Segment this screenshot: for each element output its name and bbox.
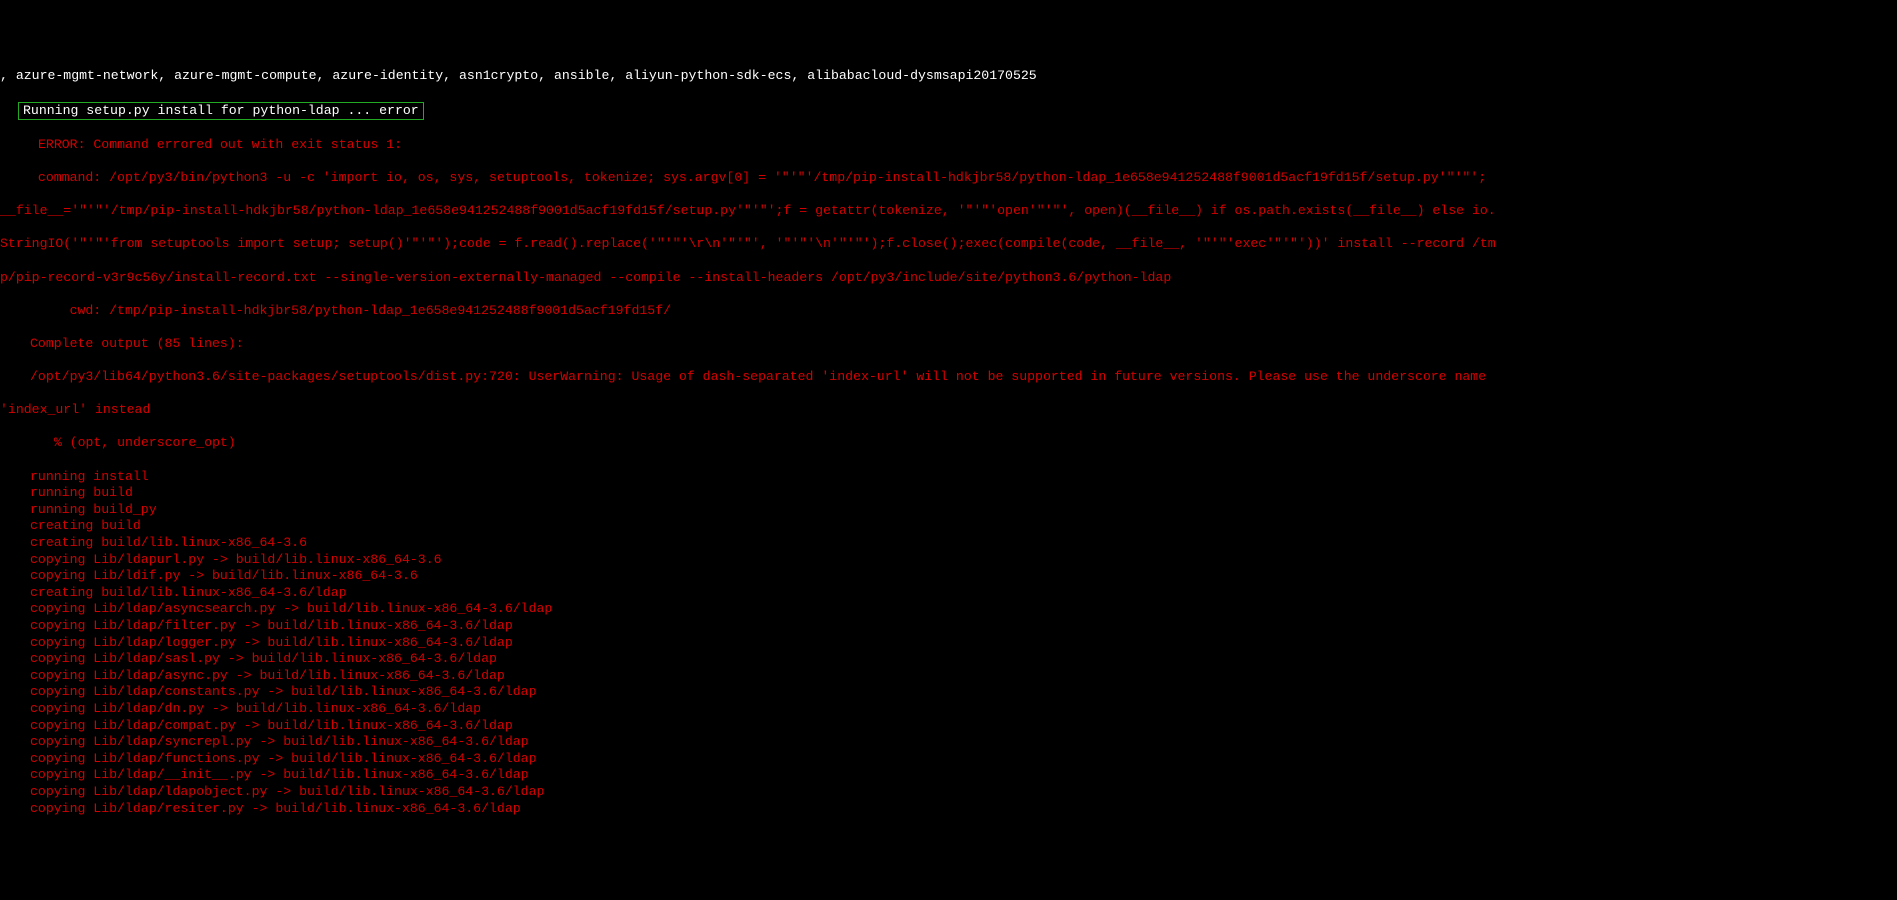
build-step: copying Lib/ldap/asyncsearch.py -> build… <box>0 601 1897 618</box>
userwarning-line-2: 'index_url' instead <box>0 402 1897 419</box>
build-step: running build_py <box>0 502 1897 519</box>
userwarning-line-1: /opt/py3/lib64/python3.6/site-packages/s… <box>0 369 1897 386</box>
build-step: copying Lib/ldap/async.py -> build/lib.l… <box>0 668 1897 685</box>
build-step: copying Lib/ldif.py -> build/lib.linux-x… <box>0 568 1897 585</box>
error-header: ERROR: Command errored out with exit sta… <box>0 137 1897 154</box>
package-list-line: , azure-mgmt-network, azure-mgmt-compute… <box>0 68 1897 85</box>
build-step: copying Lib/ldap/dn.py -> build/lib.linu… <box>0 701 1897 718</box>
userwarning-line-3: % (opt, underscore_opt) <box>0 435 1897 452</box>
build-step: creating build <box>0 518 1897 535</box>
build-step: copying Lib/ldap/syncrepl.py -> build/li… <box>0 734 1897 751</box>
build-step: copying Lib/ldap/logger.py -> build/lib.… <box>0 635 1897 652</box>
build-step: copying Lib/ldap/ldapobject.py -> build/… <box>0 784 1897 801</box>
build-step: copying Lib/ldap/__init__.py -> build/li… <box>0 767 1897 784</box>
build-step: copying Lib/ldap/compat.py -> build/lib.… <box>0 718 1897 735</box>
build-step: running install <box>0 469 1897 486</box>
build-step: copying Lib/ldap/resiter.py -> build/lib… <box>0 801 1897 818</box>
cmd-line-3: StringIO('"'"'from setuptools import set… <box>0 236 1897 253</box>
build-step: copying Lib/ldapurl.py -> build/lib.linu… <box>0 552 1897 569</box>
build-step: creating build/lib.linux-x86_64-3.6 <box>0 535 1897 552</box>
install-status-box: Running setup.py install for python-ldap… <box>18 102 424 121</box>
complete-output-header: Complete output (85 lines): <box>0 336 1897 353</box>
build-step: copying Lib/ldap/filter.py -> build/lib.… <box>0 618 1897 635</box>
build-step: running build <box>0 485 1897 502</box>
build-step: copying Lib/ldap/functions.py -> build/l… <box>0 751 1897 768</box>
build-step: copying Lib/ldap/constants.py -> build/l… <box>0 684 1897 701</box>
status-box-row: Running setup.py install for python-ldap… <box>0 102 1897 121</box>
cwd-line: cwd: /tmp/pip-install-hdkjbr58/python-ld… <box>0 303 1897 320</box>
cmd-line-2: __file__='"'"'/tmp/pip-install-hdkjbr58/… <box>0 203 1897 220</box>
cmd-line-4: p/pip-record-v3r9c56y/install-record.txt… <box>0 270 1897 287</box>
build-step: copying Lib/ldap/sasl.py -> build/lib.li… <box>0 651 1897 668</box>
cmd-line-1: command: /opt/py3/bin/python3 -u -c 'imp… <box>0 170 1897 187</box>
build-step: creating build/lib.linux-x86_64-3.6/ldap <box>0 585 1897 602</box>
